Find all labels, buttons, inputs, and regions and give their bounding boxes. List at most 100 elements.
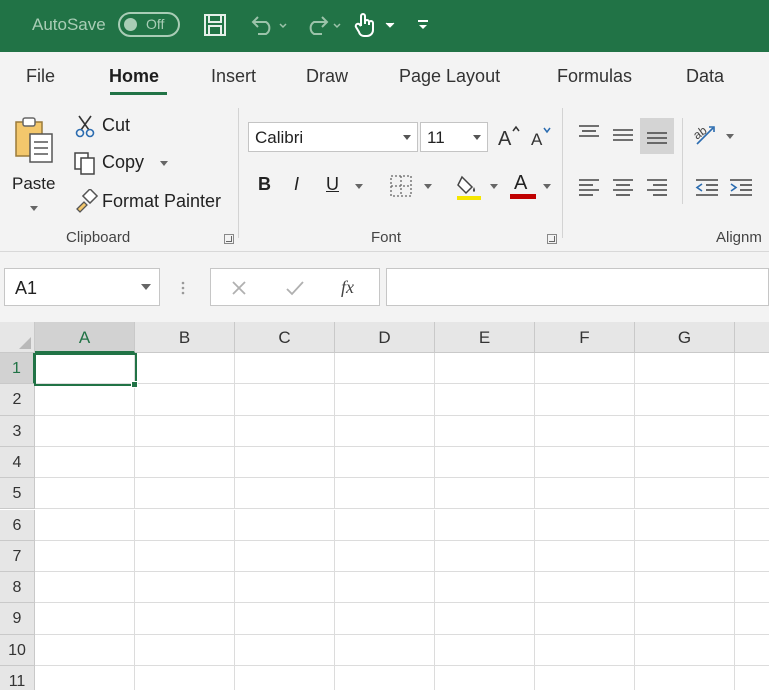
select-all-button[interactable] [0, 322, 35, 353]
cell[interactable] [335, 634, 435, 666]
row-header-3[interactable]: 3 [0, 415, 35, 447]
cell[interactable] [35, 509, 135, 541]
copy-button[interactable]: Copy [70, 148, 174, 178]
align-center-icon[interactable] [608, 172, 638, 202]
cell[interactable] [235, 446, 335, 479]
cancel-icon[interactable] [227, 277, 251, 299]
autosave-toggle[interactable]: Off [118, 12, 180, 37]
tab-page-layout[interactable]: Page Layout [399, 66, 500, 87]
cell[interactable] [235, 415, 335, 447]
borders-dropdown-icon[interactable] [424, 184, 432, 189]
drag-handle-icon[interactable] [176, 278, 190, 298]
row-header-8[interactable]: 8 [0, 572, 35, 604]
paste-dropdown-icon[interactable] [30, 206, 38, 211]
enter-icon[interactable] [283, 277, 307, 299]
cell[interactable] [535, 509, 635, 541]
cell[interactable] [535, 540, 635, 573]
cell[interactable] [135, 603, 235, 635]
cell[interactable] [635, 446, 735, 479]
cell[interactable] [335, 572, 435, 604]
cell[interactable] [335, 446, 435, 479]
customize-qat-icon[interactable] [414, 10, 432, 40]
cell[interactable] [635, 478, 735, 510]
cell[interactable] [35, 603, 135, 635]
cell[interactable] [235, 353, 335, 385]
column-header-e[interactable]: E [435, 322, 535, 353]
format-painter-button[interactable]: Format Painter [72, 186, 232, 216]
touch-mode-icon[interactable] [350, 10, 398, 40]
cut-button[interactable]: Cut [72, 112, 142, 140]
cell[interactable] [235, 384, 335, 416]
cell[interactable] [435, 540, 535, 573]
cell[interactable] [535, 446, 635, 479]
column-header-partial[interactable] [735, 322, 769, 353]
column-header-g[interactable]: G [635, 322, 735, 353]
row-header-4[interactable]: 4 [0, 446, 35, 479]
cell[interactable] [235, 603, 335, 635]
align-bottom-icon[interactable] [640, 118, 674, 154]
row-header-5[interactable]: 5 [0, 478, 35, 510]
row-header-2[interactable]: 2 [0, 384, 35, 416]
cell[interactable] [335, 415, 435, 447]
cell[interactable] [335, 666, 435, 690]
cell[interactable] [135, 509, 235, 541]
decrease-indent-icon[interactable] [692, 172, 722, 202]
column-header-a[interactable]: A [35, 322, 135, 353]
row-header-6[interactable]: 6 [0, 509, 35, 541]
cell[interactable] [135, 353, 235, 385]
tab-insert[interactable]: Insert [211, 66, 256, 87]
cell[interactable] [335, 353, 435, 385]
cell[interactable] [335, 603, 435, 635]
underline-button[interactable]: U [326, 174, 339, 195]
cell[interactable] [735, 572, 769, 604]
align-left-icon[interactable] [574, 172, 604, 202]
cell[interactable] [235, 666, 335, 690]
name-box[interactable]: A1 [4, 268, 160, 306]
cell[interactable] [335, 540, 435, 573]
cell[interactable] [135, 540, 235, 573]
font-size-combo[interactable]: 11 [420, 122, 488, 152]
cell[interactable] [235, 634, 335, 666]
cell[interactable] [35, 415, 135, 447]
decrease-font-size-icon[interactable]: A [528, 122, 554, 150]
cell[interactable] [35, 572, 135, 604]
bold-button[interactable]: B [258, 174, 271, 195]
cell[interactable] [35, 540, 135, 573]
row-header-7[interactable]: 7 [0, 540, 35, 573]
cell[interactable] [35, 446, 135, 479]
cell[interactable] [635, 384, 735, 416]
cell[interactable] [435, 384, 535, 416]
cell[interactable] [635, 353, 735, 385]
row-header-10[interactable]: 10 [0, 634, 35, 666]
cell[interactable] [435, 509, 535, 541]
cell[interactable] [735, 353, 769, 385]
cell[interactable] [735, 446, 769, 479]
paste-button[interactable]: Paste [6, 110, 62, 220]
cell[interactable] [35, 634, 135, 666]
italic-button[interactable]: I [294, 174, 299, 195]
cell[interactable] [735, 603, 769, 635]
font-color-dropdown-icon[interactable] [543, 184, 551, 189]
cell[interactable] [535, 384, 635, 416]
increase-indent-icon[interactable] [726, 172, 756, 202]
cell[interactable] [235, 540, 335, 573]
cell[interactable] [535, 634, 635, 666]
fill-handle[interactable] [131, 381, 138, 388]
column-header-b[interactable]: B [135, 322, 235, 353]
tab-file[interactable]: File [26, 66, 55, 87]
cell[interactable] [235, 572, 335, 604]
cell[interactable] [735, 634, 769, 666]
cell[interactable] [735, 666, 769, 690]
save-icon[interactable] [200, 10, 230, 40]
cell[interactable] [535, 666, 635, 690]
tab-home[interactable]: Home [109, 66, 159, 87]
cell[interactable] [235, 478, 335, 510]
insert-function-button[interactable]: fx [341, 277, 354, 298]
column-header-c[interactable]: C [235, 322, 335, 353]
underline-dropdown-icon[interactable] [355, 184, 363, 189]
redo-icon[interactable] [300, 10, 344, 40]
cell[interactable] [635, 634, 735, 666]
row-header-1[interactable]: 1 [0, 353, 35, 385]
cell[interactable] [735, 509, 769, 541]
cell[interactable] [535, 603, 635, 635]
